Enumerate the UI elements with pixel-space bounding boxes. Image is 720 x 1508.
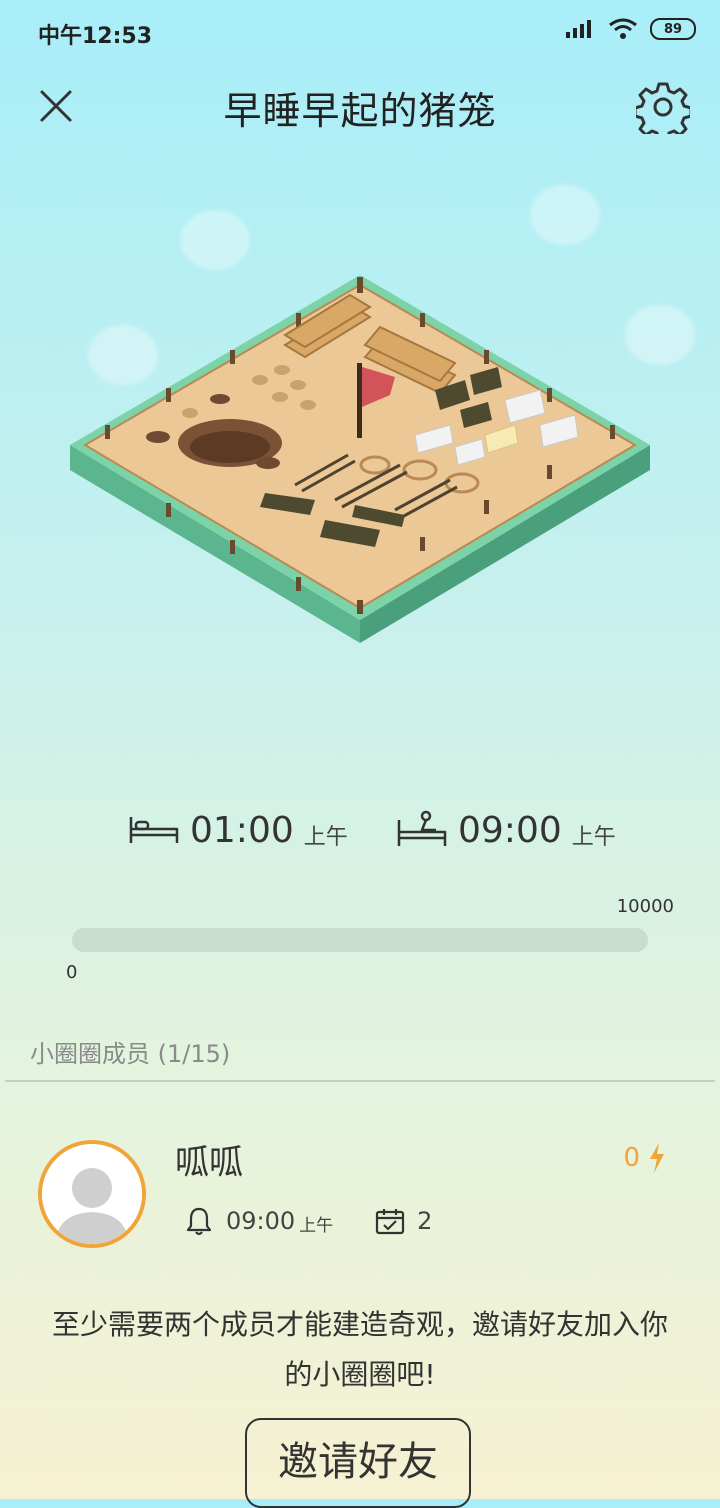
bedtime-period: 上午 xyxy=(303,825,348,850)
member-energy: 0 xyxy=(623,1143,666,1173)
bedtime-display[interactable]: 01:00 上午 xyxy=(128,800,348,860)
bedtime-value: 01:00 xyxy=(190,809,294,851)
cloud-decoration xyxy=(530,185,600,245)
member-checkin-days: 2 xyxy=(417,1207,433,1235)
progress-min-label: 0 xyxy=(66,962,78,983)
divider xyxy=(5,1080,715,1082)
progress-max-label: 10000 xyxy=(616,896,674,917)
signal-icon xyxy=(566,20,591,38)
gear-icon[interactable] xyxy=(636,80,690,134)
progress-bar xyxy=(72,928,648,952)
member-alarm-time: 09:00 xyxy=(226,1207,296,1235)
member-name: 呱呱 xyxy=(175,1143,243,1183)
members-section-title: 小圈圈成员 (1/15) xyxy=(30,1034,230,1069)
wake-time-value: 09:00 xyxy=(458,809,562,851)
wake-up-icon xyxy=(397,810,447,846)
lightning-icon xyxy=(650,1143,664,1173)
avatar-placeholder-icon xyxy=(42,1144,142,1244)
member-meta: 09:00 上午 2 xyxy=(186,1206,432,1236)
battery-icon: 89 xyxy=(650,18,696,40)
status-time: 中午12:53 xyxy=(38,24,153,49)
bed-icon xyxy=(129,817,179,843)
wake-time-display[interactable]: 09:00 上午 xyxy=(396,800,616,860)
status-icons: 89 xyxy=(566,18,696,40)
calendar-check-icon xyxy=(376,1209,405,1235)
members-count: (1/15) xyxy=(157,1040,231,1068)
energy-value: 0 xyxy=(623,1143,640,1173)
member-avatar[interactable] xyxy=(38,1140,146,1248)
wake-time-period: 上午 xyxy=(571,825,616,850)
bell-icon xyxy=(186,1207,212,1236)
member-alarm-period: 上午 xyxy=(299,1215,334,1236)
page-title: 早睡早起的猪笼 xyxy=(223,89,497,133)
island-construction-illustration[interactable] xyxy=(70,275,650,645)
members-title-label: 小圈圈成员 xyxy=(30,1040,150,1068)
cloud-decoration xyxy=(180,210,250,270)
invite-message: 至少需要两个成员才能建造奇观，邀请好友加入你的小圈圈吧! xyxy=(51,1308,668,1391)
wifi-icon xyxy=(609,18,637,39)
invite-friends-button[interactable]: 邀请好友 xyxy=(245,1418,471,1508)
